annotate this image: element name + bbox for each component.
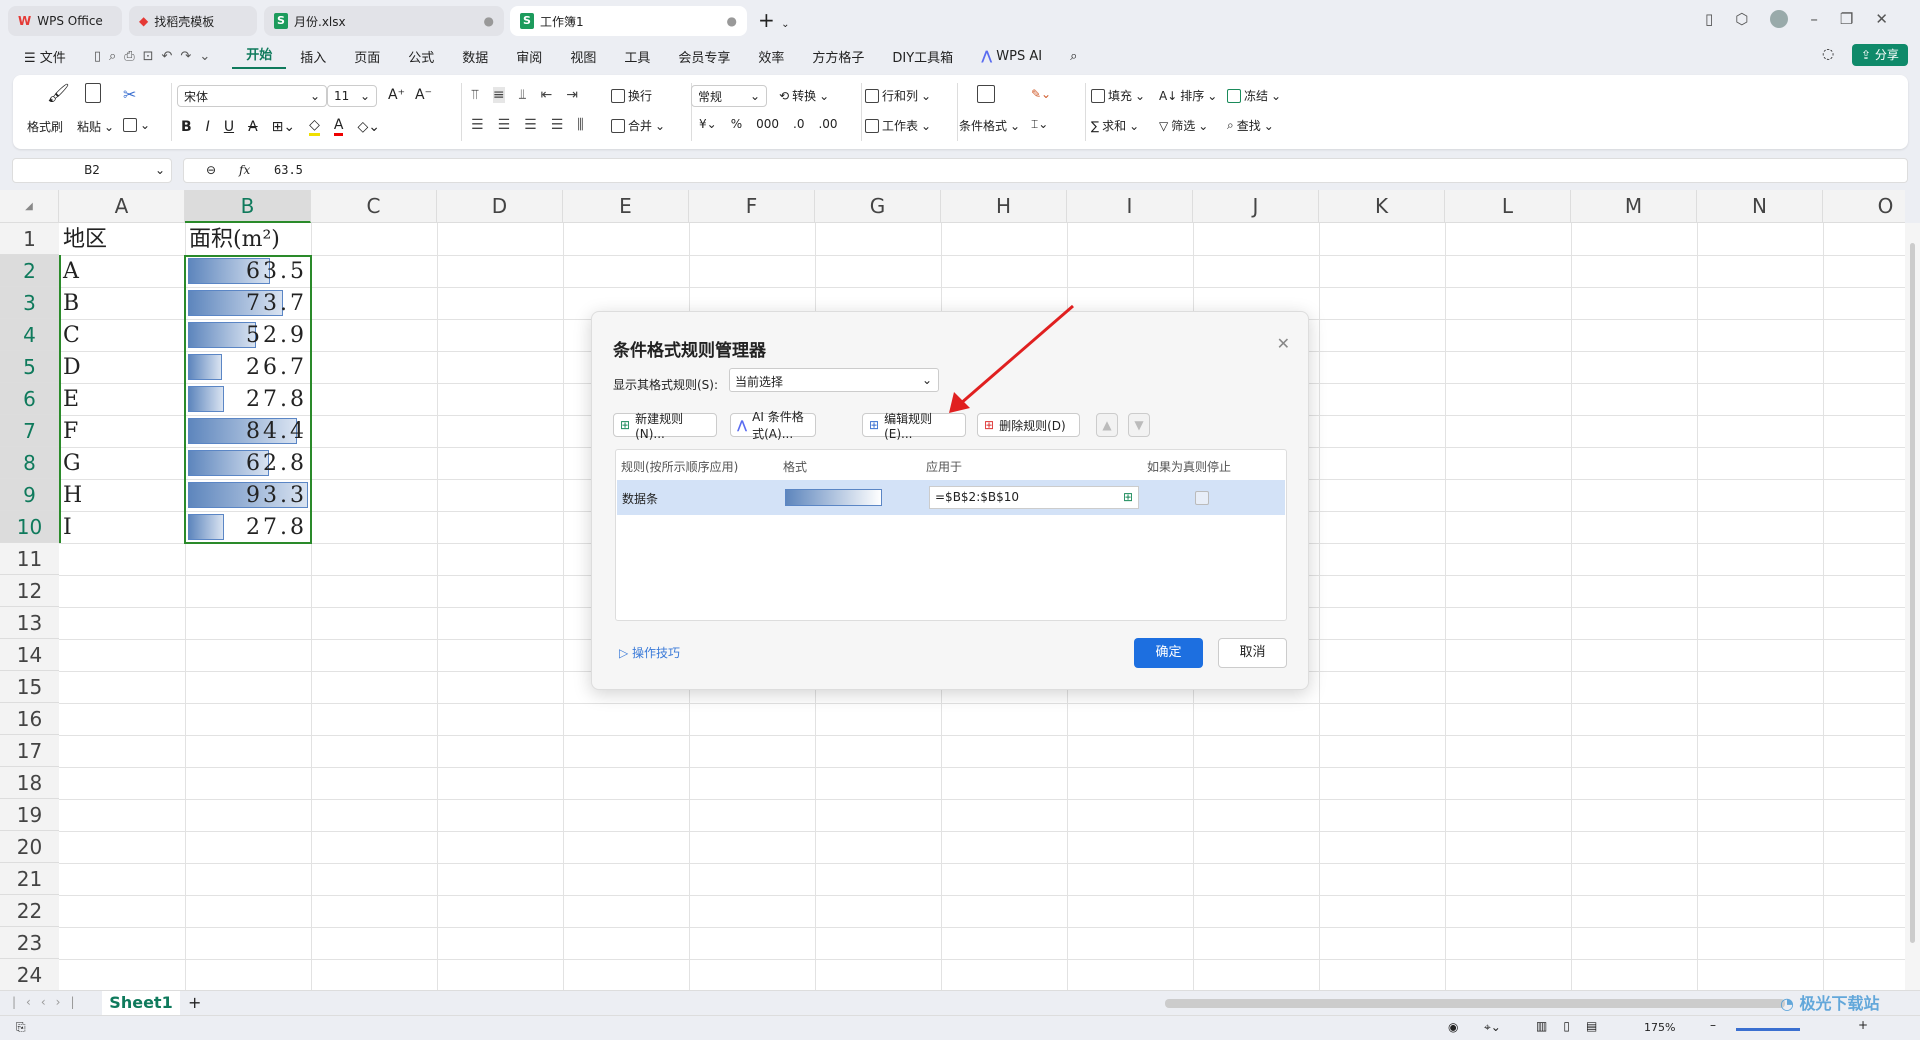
annotation-arrow [949, 304, 1074, 413]
